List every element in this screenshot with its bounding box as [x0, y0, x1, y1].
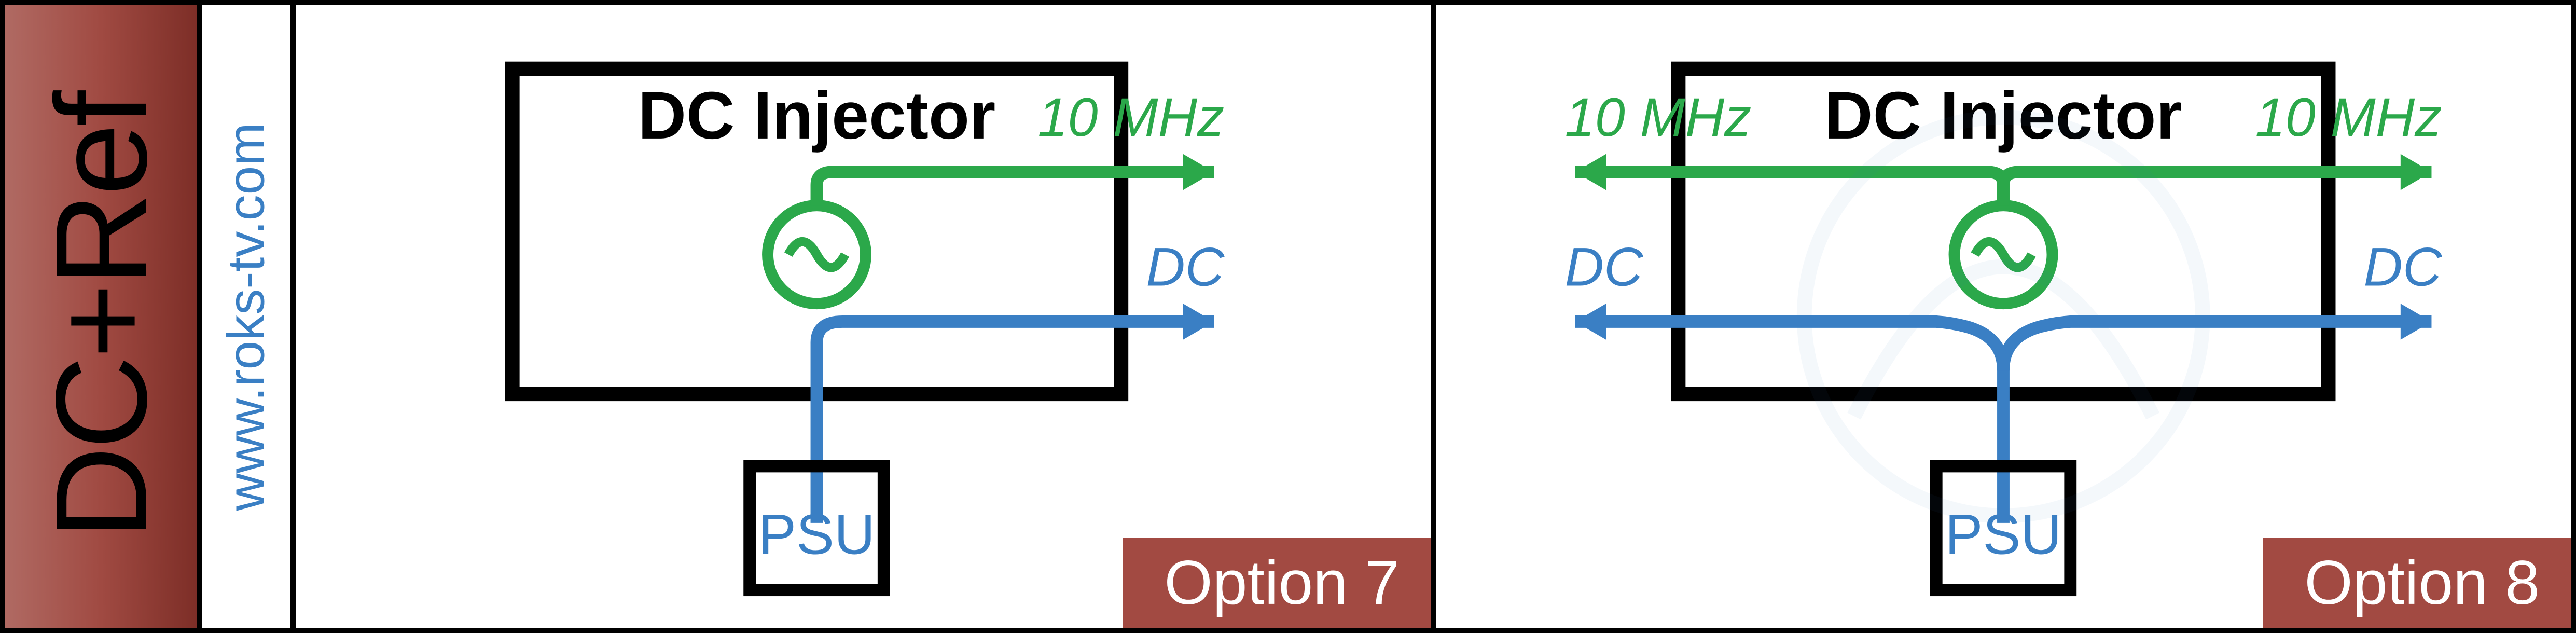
ref-freq-left: 10 MHz [1565, 87, 1752, 148]
ref-line-right [2003, 172, 2431, 206]
diagram-root: DC+Ref www.roks-tv.com DC Injector 10 MH… [0, 0, 2576, 633]
ref-freq-right: 10 MHz [1037, 87, 1224, 148]
url-stripe: www.roks-tv.com [202, 5, 296, 628]
ref-line-left [1575, 172, 2003, 206]
dc-arrow-right-icon [1183, 304, 1214, 340]
dc-label-left: DC [1565, 237, 1643, 297]
category-label: DC+Ref [27, 93, 176, 540]
option-7-svg: DC Injector 10 MHz DC PSU [296, 5, 1431, 628]
dc-line-right [816, 322, 1214, 523]
ref-line-right [816, 172, 1214, 206]
option-7-label: Option 7 [1164, 548, 1400, 617]
dc-line-left [1575, 322, 2003, 370]
sine-icon [1975, 242, 2031, 268]
option-8-label: Option 8 [2304, 548, 2540, 617]
dc-label-right: DC [2364, 237, 2442, 297]
dc-arrow-right-icon [2401, 304, 2432, 340]
psu-label: PSU [758, 503, 875, 566]
dc-arrow-left-icon [1575, 304, 1606, 340]
option-8-tag: Option 8 [2263, 538, 2571, 628]
site-url: www.roks-tv.com [217, 122, 276, 511]
psu-label: PSU [1945, 503, 2062, 566]
ref-arrow-right-icon [1183, 154, 1214, 190]
panel-option-8: DC Injector 10 MHz 10 MHz DC D [1436, 5, 2571, 628]
ref-arrow-left-icon [1575, 154, 1606, 190]
option-8-svg: DC Injector 10 MHz 10 MHz DC D [1436, 5, 2571, 628]
ref-freq-right: 10 MHz [2255, 87, 2442, 148]
injector-title: DC Injector [638, 78, 996, 153]
option-7-tag: Option 7 [1123, 538, 1431, 628]
sine-icon [788, 242, 845, 268]
panels-row: DC Injector 10 MHz DC PSU Option 7 [296, 5, 2571, 628]
injector-title: DC Injector [1824, 78, 2182, 153]
ref-arrow-right-icon [2401, 154, 2432, 190]
panel-option-7: DC Injector 10 MHz DC PSU Option 7 [296, 5, 1436, 628]
category-stripe: DC+Ref [5, 5, 202, 628]
dc-label-right: DC [1146, 237, 1224, 297]
